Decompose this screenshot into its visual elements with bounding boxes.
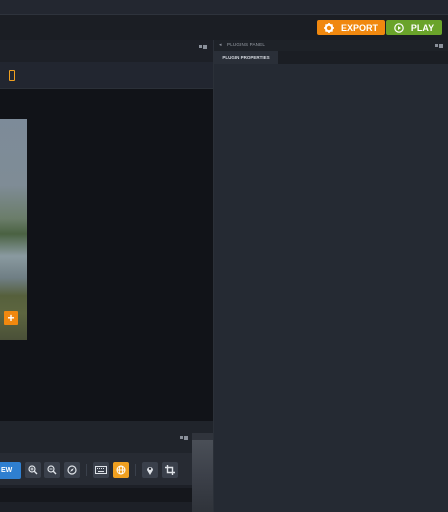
plugins-panel-pin-icon[interactable] xyxy=(435,43,443,48)
bottom-panel-tabbar xyxy=(0,433,192,453)
thumbnail-header xyxy=(192,433,213,440)
bottom-timeline-strip xyxy=(0,488,192,502)
mobile-phone-icon[interactable] xyxy=(9,70,15,81)
collapse-arrow-icon[interactable]: ◂ xyxy=(219,42,222,48)
tab-plugin-properties[interactable]: PLUGIN PROPERTIES xyxy=(214,51,278,64)
toolbar-divider xyxy=(86,464,87,476)
compass-icon[interactable] xyxy=(64,462,80,478)
play-button[interactable]: PLAY xyxy=(386,20,442,35)
viewport-footer xyxy=(0,421,213,433)
export-button[interactable]: EXPORT xyxy=(317,20,385,35)
viewport-panel-header xyxy=(0,40,213,62)
app-title-bar xyxy=(0,0,448,14)
play-button-label: PLAY xyxy=(410,22,435,33)
plugins-panel-title: PLUGINS PANEL xyxy=(227,42,266,47)
panel-pin-icon[interactable] xyxy=(199,44,207,49)
zoom-in-icon[interactable] xyxy=(25,462,41,478)
crop-icon[interactable] xyxy=(162,462,178,478)
scene-thumbnail[interactable] xyxy=(192,440,213,512)
add-hotspot-button[interactable]: + xyxy=(4,311,18,325)
panorama-preview-image[interactable] xyxy=(0,119,27,340)
keyboard-icon[interactable] xyxy=(93,462,109,478)
map-pin-icon[interactable] xyxy=(142,462,158,478)
gear-icon xyxy=(323,22,334,33)
bottom-panel-pin-icon[interactable] xyxy=(180,435,188,440)
plugins-panel xyxy=(214,40,448,512)
toolbar-divider xyxy=(135,464,136,476)
play-circle-icon xyxy=(394,22,404,33)
export-button-label: EXPORT xyxy=(340,22,378,33)
zoom-out-icon[interactable] xyxy=(44,462,60,478)
viewport-toolbar xyxy=(0,62,213,89)
preview-button[interactable]: EW xyxy=(0,462,21,479)
globe-icon[interactable] xyxy=(113,462,129,478)
viewport-canvas[interactable] xyxy=(0,89,213,421)
